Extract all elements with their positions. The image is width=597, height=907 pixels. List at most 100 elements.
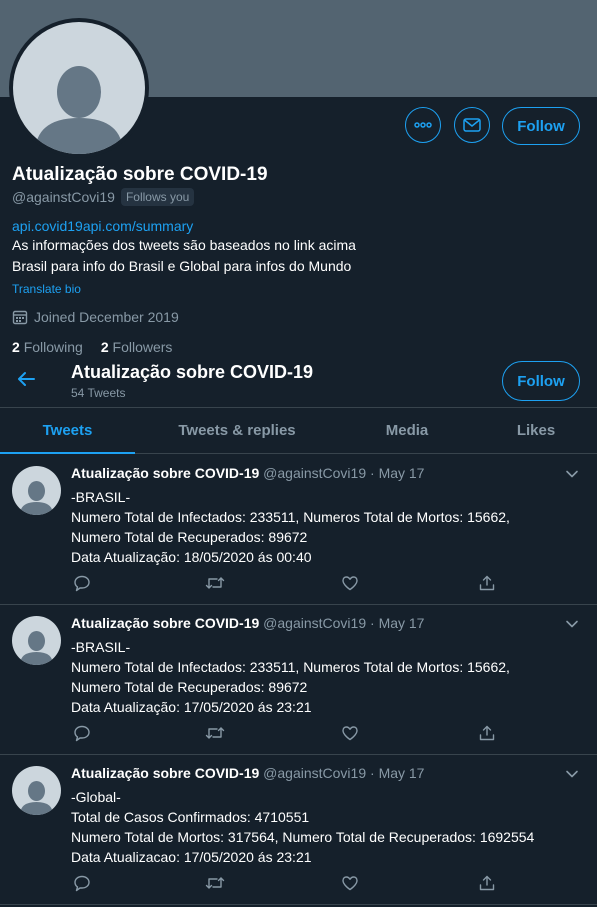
tweet[interactable]: Atualização sobre COVID-19 @againstCovi1… — [0, 455, 597, 605]
share-icon — [479, 575, 495, 591]
share-button[interactable] — [478, 874, 496, 897]
tweet-text-line: Numero Total de Infectados: 233511, Nume… — [71, 659, 510, 675]
tweet-separator: · — [370, 615, 375, 631]
profile-tabs: Tweets Tweets & replies Media Likes — [0, 407, 597, 454]
like-button[interactable] — [341, 574, 359, 597]
translate-bio-link[interactable]: Translate bio — [12, 282, 81, 296]
following-count-link[interactable]: 2 Following — [12, 339, 83, 355]
reply-button[interactable] — [73, 874, 91, 897]
profile-name: Atualização sobre COVID-19 — [12, 164, 268, 185]
tweet-actions — [71, 574, 501, 594]
tweet-separator: · — [370, 465, 375, 481]
following-count: 2 — [12, 339, 20, 355]
tweet-date[interactable]: May 17 — [379, 765, 425, 781]
tweet-text-line: -BRASIL- — [71, 639, 131, 655]
follow-counts: 2 Following 2 Followers — [12, 339, 172, 355]
retweet-button[interactable] — [205, 724, 225, 747]
tab-likes[interactable]: Likes — [475, 408, 597, 453]
tweet-body: -BRASIL- Numero Total de Infectados: 2335… — [71, 487, 510, 567]
heart-icon — [342, 576, 358, 591]
tweet-text-line: -Global- — [71, 789, 121, 805]
retweet-button[interactable] — [205, 874, 225, 897]
tweet-count: 54 Tweets — [71, 386, 126, 400]
bio-link[interactable]: api.covid19api.com/summary — [12, 218, 193, 234]
followers-count-link[interactable]: 2 Followers — [101, 339, 173, 355]
bio-line: Brasil para info do Brasil e Global para… — [12, 258, 352, 274]
tweet-body: -BRASIL- Numero Total de Infectados: 2335… — [71, 637, 510, 717]
tweet-header: Atualização sobre COVID-19 @againstCovi1… — [71, 465, 424, 481]
tweet-avatar[interactable] — [12, 616, 61, 665]
joined-text: Joined December 2019 — [34, 309, 179, 325]
handle-row: @againstCovi19 Follows you — [12, 188, 195, 206]
tweet-text-line: Data Atualização: 17/05/2020 ás 23:21 — [71, 699, 312, 715]
tweet-actions — [71, 874, 501, 894]
message-button[interactable] — [454, 107, 490, 143]
chevron-down-icon — [566, 620, 578, 628]
back-arrow-icon — [18, 372, 35, 386]
tweet-author-name[interactable]: Atualização sobre COVID-19 — [71, 765, 259, 781]
share-icon — [479, 875, 495, 891]
tweet-date[interactable]: May 17 — [379, 615, 425, 631]
tweet-text-line: Numero Total de Recuperados: 89672 — [71, 679, 308, 695]
tweet-menu-button[interactable] — [565, 617, 579, 636]
more-icon — [414, 122, 432, 128]
tweet-text-line: Numero Total de Mortos: 317564, Numero T… — [71, 829, 535, 845]
profile-avatar[interactable] — [9, 18, 149, 158]
mail-icon — [463, 118, 481, 132]
retweet-icon — [205, 727, 225, 739]
tweet-body: -Global- Total de Casos Confirmados: 4710… — [71, 787, 534, 867]
follow-button[interactable]: Follow — [502, 107, 580, 145]
share-button[interactable] — [478, 574, 496, 597]
like-button[interactable] — [341, 874, 359, 897]
tab-media[interactable]: Media — [339, 408, 475, 453]
tweet-handle[interactable]: @againstCovi19 — [263, 465, 366, 481]
tweet-avatar[interactable] — [12, 466, 61, 515]
tab-tweets[interactable]: Tweets — [0, 408, 135, 454]
tab-tweets-replies[interactable]: Tweets & replies — [135, 408, 339, 453]
tweet-date[interactable]: May 17 — [379, 465, 425, 481]
profile-handle: @againstCovi19 — [12, 189, 115, 205]
tweet-text-line: Total de Casos Confirmados: 4710551 — [71, 809, 310, 825]
followers-count: 2 — [100, 339, 109, 355]
followers-label: Followers — [112, 339, 173, 355]
heart-icon — [342, 726, 358, 741]
more-button[interactable] — [405, 107, 441, 143]
tweet-menu-button[interactable] — [565, 467, 579, 486]
tweet-avatar[interactable] — [12, 766, 61, 815]
tweet-author-name[interactable]: Atualização sobre COVID-19 — [71, 465, 259, 481]
tweet[interactable]: Atualização sobre COVID-19 @againstCovi1… — [0, 605, 597, 755]
heart-icon — [342, 876, 358, 891]
reply-button[interactable] — [73, 724, 91, 747]
header-follow-button[interactable]: Follow — [502, 361, 580, 401]
tweet-handle[interactable]: @againstCovi19 — [263, 615, 366, 631]
retweet-icon — [205, 877, 225, 889]
like-button[interactable] — [341, 724, 359, 747]
default-avatar-icon — [35, 66, 123, 154]
tweet-handle[interactable]: @againstCovi19 — [263, 765, 366, 781]
tweet-header: Atualização sobre COVID-19 @againstCovi1… — [71, 765, 424, 781]
tweet-separator: · — [370, 765, 375, 781]
tweet-text-line: Numero Total de Infectados: 233511, Nume… — [71, 509, 510, 525]
tweet-menu-button[interactable] — [565, 767, 579, 786]
reply-icon — [74, 575, 90, 592]
joined-date: Joined December 2019 — [12, 309, 179, 325]
tweet-actions — [71, 724, 501, 744]
chevron-down-icon — [566, 470, 578, 478]
reply-icon — [74, 725, 90, 742]
retweet-button[interactable] — [205, 574, 225, 597]
tweet-text-line: Numero Total de Recuperados: 89672 — [71, 529, 308, 545]
reply-button[interactable] — [73, 574, 91, 597]
default-avatar-icon — [20, 631, 53, 665]
chevron-down-icon — [566, 770, 578, 778]
tweet-author-name[interactable]: Atualização sobre COVID-19 — [71, 615, 259, 631]
default-avatar-icon — [20, 781, 53, 815]
follows-you-badge: Follows you — [120, 188, 195, 206]
share-icon — [479, 725, 495, 741]
retweet-icon — [205, 577, 225, 589]
back-button[interactable] — [15, 368, 37, 395]
default-avatar-icon — [20, 481, 53, 515]
tweet[interactable]: Atualização sobre COVID-19 @againstCovi1… — [0, 755, 597, 905]
tweet-header: Atualização sobre COVID-19 @againstCovi1… — [71, 615, 424, 631]
share-button[interactable] — [478, 724, 496, 747]
bio-line: As informações dos tweets são baseados n… — [12, 237, 356, 253]
